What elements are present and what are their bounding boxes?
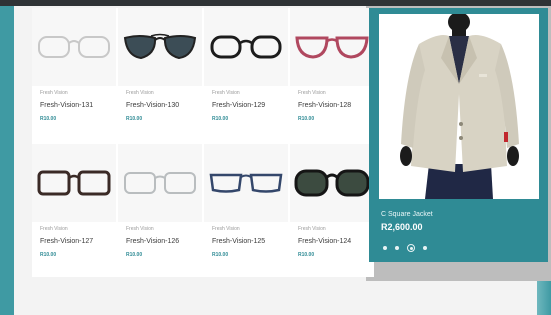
product-price: R10.00 [298, 116, 315, 122]
product-card[interactable]: Fresh Vision Fresh-Vision-124 R10.00 [290, 144, 374, 274]
carousel-dot[interactable] [383, 246, 387, 250]
jacket-photo[interactable] [379, 14, 539, 199]
featured-product-title[interactable]: C Square Jacket [381, 211, 433, 218]
jacket-image [379, 14, 539, 199]
product-name[interactable]: Fresh-Vision-124 [298, 238, 351, 245]
product-card[interactable]: Fresh Vision Fresh-Vision-131 R10.00 [32, 8, 116, 138]
product-card[interactable]: Fresh Vision Fresh-Vision-128 R10.00 [290, 8, 374, 138]
product-name[interactable]: Fresh-Vision-128 [298, 102, 351, 109]
eyeglasses-icon [38, 36, 110, 58]
product-image[interactable] [32, 8, 116, 86]
sunglasses-icon [294, 169, 370, 197]
carousel-pagination [383, 244, 427, 252]
product-price: R10.00 [298, 252, 315, 258]
product-card[interactable]: Fresh Vision Fresh-Vision-125 R10.00 [204, 144, 288, 274]
product-name[interactable]: Fresh-Vision-129 [212, 102, 265, 109]
eyeglasses-icon [37, 170, 111, 196]
product-price: R10.00 [40, 116, 57, 122]
product-name[interactable]: Fresh-Vision-131 [40, 102, 93, 109]
product-name[interactable]: Fresh-Vision-130 [126, 102, 179, 109]
product-price: R10.00 [126, 252, 143, 258]
product-brand: Fresh Vision [298, 90, 326, 96]
product-card[interactable]: Fresh Vision Fresh-Vision-130 R10.00 [118, 8, 202, 138]
product-card[interactable]: Fresh Vision Fresh-Vision-127 R10.00 [32, 144, 116, 274]
product-brand: Fresh Vision [40, 226, 68, 232]
product-brand: Fresh Vision [126, 90, 154, 96]
product-grid: Fresh Vision Fresh-Vision-131 R10.00 Fre… [32, 8, 374, 277]
carousel-dot[interactable] [423, 246, 427, 250]
product-image[interactable] [204, 144, 288, 222]
product-brand: Fresh Vision [298, 226, 326, 232]
product-card[interactable]: Fresh Vision Fresh-Vision-126 R10.00 [118, 144, 202, 274]
product-price: R10.00 [212, 116, 229, 122]
product-name[interactable]: Fresh-Vision-126 [126, 238, 179, 245]
product-brand: Fresh Vision [212, 226, 240, 232]
product-image[interactable] [204, 8, 288, 86]
featured-product-panel[interactable]: C Square Jacket R2,600.00 [369, 8, 548, 262]
product-image[interactable] [118, 8, 202, 86]
product-image[interactable] [118, 144, 202, 222]
main-content: Fresh Vision Fresh-Vision-131 R10.00 Fre… [14, 6, 551, 315]
product-image[interactable] [290, 8, 374, 86]
product-brand: Fresh Vision [126, 226, 154, 232]
aviator-glasses-icon [123, 33, 197, 60]
eyeglasses-icon [210, 35, 282, 59]
product-brand: Fresh Vision [40, 90, 68, 96]
product-brand: Fresh Vision [212, 90, 240, 96]
product-card[interactable]: Fresh Vision Fresh-Vision-129 R10.00 [204, 8, 288, 138]
featured-product-price: R2,600.00 [381, 222, 423, 232]
eyeglasses-icon [209, 173, 283, 193]
eyeglasses-icon [295, 36, 369, 59]
product-name[interactable]: Fresh-Vision-127 [40, 238, 93, 245]
eyeglasses-icon [124, 172, 196, 194]
product-image[interactable] [32, 144, 116, 222]
product-price: R10.00 [40, 252, 57, 258]
carousel-dot[interactable] [395, 246, 399, 250]
product-image[interactable] [290, 144, 374, 222]
product-price: R10.00 [126, 116, 143, 122]
product-price: R10.00 [212, 252, 229, 258]
product-name[interactable]: Fresh-Vision-125 [212, 238, 265, 245]
carousel-dot-active[interactable] [407, 244, 415, 252]
